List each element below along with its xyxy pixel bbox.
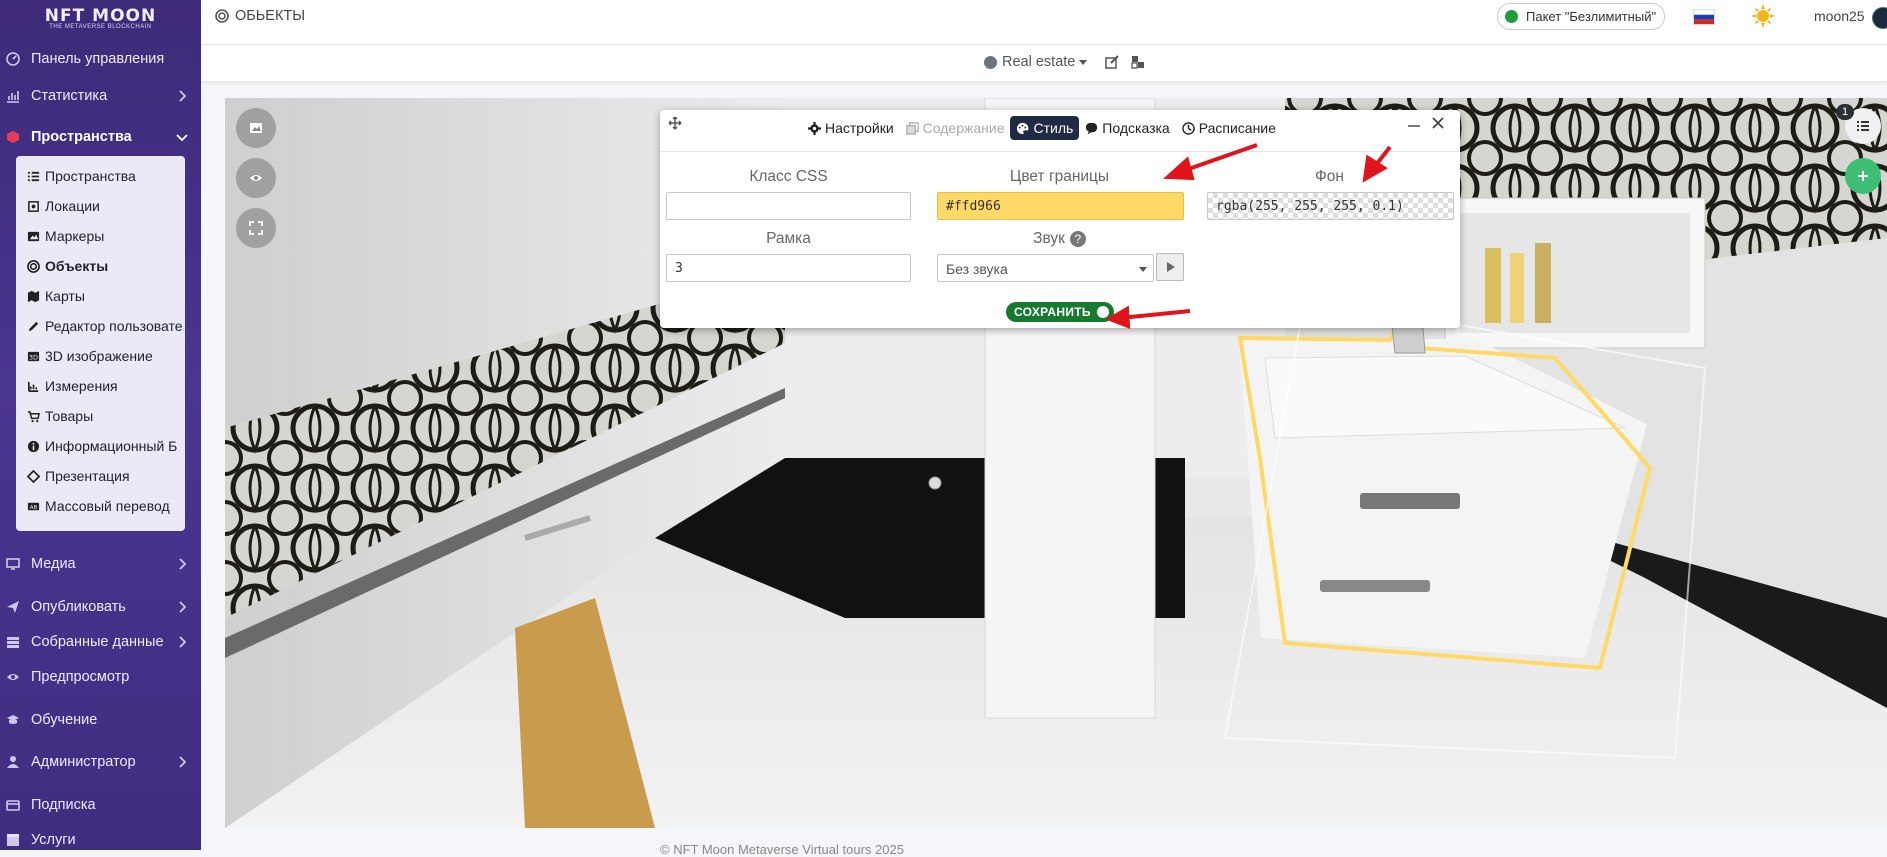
arrowhead-icon — [1105, 305, 1131, 329]
annotation-arrows — [1105, 143, 1392, 329]
arrow-to-border-color — [1179, 143, 1258, 174]
arrowhead-icon — [1162, 156, 1195, 181]
arrow-to-save — [1119, 309, 1191, 320]
